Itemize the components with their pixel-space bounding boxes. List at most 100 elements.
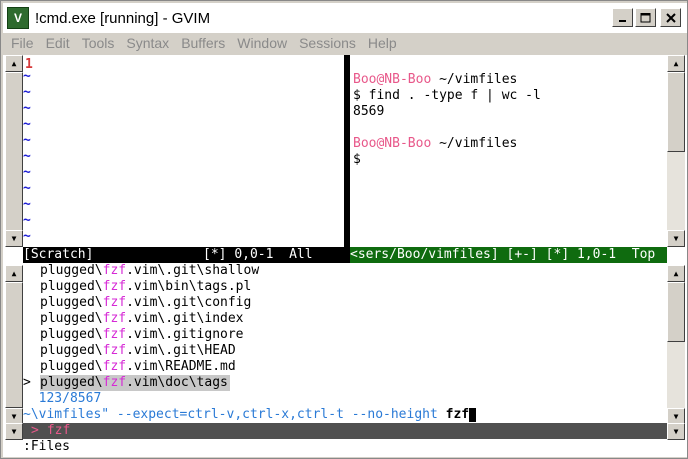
menu-window[interactable]: Window	[231, 35, 293, 51]
vertical-split-separator[interactable]	[344, 55, 350, 247]
empty-line-tilde: ~	[23, 133, 31, 148]
scroll-down-arrow-icon[interactable]: ▼	[667, 230, 685, 247]
left-scrollbar-top[interactable]: ▲ ▼	[5, 55, 23, 247]
close-icon	[665, 12, 676, 23]
editor-area[interactable]: ▲ ▼ ▲ ▼ ▲ ▼ ▲ ▼ 1 ~ ~ ~ ~ ~ ~ ~ ~ ~ ~ ~ …	[3, 55, 687, 457]
menu-syntax[interactable]: Syntax	[120, 35, 175, 51]
title-bar: V !cmd.exe [running] - GVIM	[3, 3, 687, 33]
right-scrollbar-top[interactable]: ▲ ▼	[667, 55, 685, 247]
fzf-command-args: ~\vimfiles" --expect=ctrl-v,ctrl-x,ctrl-…	[23, 407, 446, 422]
result-match: fzf	[102, 375, 127, 390]
empty-line-tilde: ~	[23, 85, 31, 100]
fzf-result-item[interactable]: plugged\fzf.vim\.git\index	[40, 311, 244, 327]
result-path: plugged\	[40, 375, 103, 390]
terminal-cursor-line: $	[353, 152, 361, 167]
result-path: .vim\.git\index	[126, 311, 244, 326]
maximize-icon	[640, 12, 651, 22]
result-path: .vim\.git\HEAD	[126, 343, 236, 358]
vim-command-line[interactable]: :Files	[23, 439, 70, 455]
status-line-terminal: <sers/Boo/vimfiles] [+-] [*] 1,0-1 Top	[350, 247, 667, 263]
minimize-icon	[618, 19, 626, 22]
fzf-prompt-bar[interactable]: > fzf	[23, 423, 685, 439]
result-match: fzf	[102, 327, 127, 342]
left-scrollbar-bottom[interactable]: ▲ ▼	[5, 265, 23, 425]
scroll-up-arrow-icon[interactable]: ▲	[667, 265, 685, 282]
menu-help[interactable]: Help	[362, 35, 403, 51]
result-path: plugged\	[40, 279, 103, 294]
text-cursor	[469, 407, 477, 422]
fzf-result-item[interactable]: plugged\fzf.vim\.gitignore	[40, 327, 244, 343]
empty-line-tilde: ~	[23, 165, 31, 180]
result-path: plugged\	[40, 311, 103, 326]
result-path: .vim\README.md	[126, 359, 236, 374]
close-button[interactable]	[660, 8, 681, 27]
scroll-thumb[interactable]	[5, 282, 23, 408]
scroll-down-arrow-icon[interactable]: ▼	[5, 423, 23, 440]
menu-bar: File Edit Tools Syntax Buffers Window Se…	[3, 33, 687, 53]
result-path: .vim\doc\tags	[126, 375, 228, 390]
scroll-thumb[interactable]	[5, 72, 23, 247]
fzf-result-item[interactable]: plugged\fzf.vim\.git\config	[40, 295, 251, 311]
empty-line-tilde: ~	[23, 213, 31, 228]
result-path: .vim\.gitignore	[126, 327, 244, 342]
result-path: .vim\bin\tags.pl	[126, 279, 252, 294]
menu-sessions[interactable]: Sessions	[293, 35, 362, 51]
scroll-up-arrow-icon[interactable]: ▲	[667, 55, 685, 72]
window-title: !cmd.exe [running] - GVIM	[35, 9, 211, 27]
terminal-prompt-2: Boo@NB-Boo ~/vimfiles	[353, 136, 517, 152]
fzf-result-item[interactable]: plugged\fzf.vim\.git\shallow	[40, 263, 259, 279]
empty-line-tilde: ~	[23, 101, 31, 116]
result-match: fzf	[102, 359, 127, 374]
menu-edit[interactable]: Edit	[40, 35, 76, 51]
selection-marker: >	[23, 375, 31, 390]
empty-line-tilde: ~	[23, 69, 31, 84]
menu-tools[interactable]: Tools	[76, 35, 121, 51]
fzf-result-item[interactable]: plugged\fzf.vim\.git\HEAD	[40, 343, 236, 359]
scroll-thumb[interactable]	[667, 282, 685, 342]
empty-line-tilde: ~	[23, 181, 31, 196]
result-path: plugged\	[40, 295, 103, 310]
fzf-match-count: 123/8567	[23, 391, 102, 406]
result-match: fzf	[102, 263, 127, 278]
fzf-command-line: ~\vimfiles" --expect=ctrl-v,ctrl-x,ctrl-…	[23, 407, 477, 423]
result-path: .vim\.git\config	[126, 295, 252, 310]
empty-line-tilde: ~	[23, 149, 31, 164]
terminal-command: $ find . -type f | wc -l	[353, 88, 541, 103]
result-match: fzf	[102, 311, 127, 326]
menu-buffers[interactable]: Buffers	[175, 35, 231, 51]
result-path: plugged\	[40, 263, 103, 278]
scroll-up-arrow-icon[interactable]: ▲	[5, 55, 23, 72]
fzf-result-item[interactable]: plugged\fzf.vim\README.md	[40, 359, 236, 375]
result-path: plugged\	[40, 327, 103, 342]
prompt-user: Boo@NB-Boo	[353, 136, 432, 151]
menu-file[interactable]: File	[3, 35, 40, 51]
prompt-dir: ~/vimfiles	[431, 72, 518, 87]
result-path: .vim\.git\shallow	[126, 263, 260, 278]
result-match: fzf	[102, 343, 127, 358]
right-scrollbar-bottom[interactable]: ▲ ▼	[667, 265, 685, 425]
gvim-app-icon[interactable]: V	[7, 7, 29, 29]
empty-line-tilde: ~	[23, 229, 31, 244]
fzf-command-query: fzf	[445, 407, 470, 422]
window-controls	[612, 8, 681, 27]
fzf-prompt-query: fzf	[46, 423, 71, 438]
scroll-down-arrow-icon[interactable]: ▼	[667, 423, 685, 440]
gvim-window: V !cmd.exe [running] - GVIM File Edit To…	[0, 0, 688, 459]
result-match: fzf	[102, 295, 127, 310]
status-line-scratch: [Scratch] [*] 0,0-1 All	[23, 247, 350, 263]
fzf-prompt-marker: >	[31, 423, 39, 438]
result-match: fzf	[102, 279, 127, 294]
scroll-thumb[interactable]	[667, 72, 685, 152]
scroll-up-arrow-icon[interactable]: ▲	[5, 265, 23, 282]
prompt-user: Boo@NB-Boo	[353, 72, 432, 87]
terminal-prompt-1: Boo@NB-Boo ~/vimfiles	[353, 72, 517, 88]
minimize-button[interactable]	[612, 8, 633, 27]
empty-line-tilde: ~	[23, 117, 31, 132]
fzf-result-item[interactable]: plugged\fzf.vim\bin\tags.pl	[40, 279, 251, 295]
fzf-result-selected[interactable]: plugged\fzf.vim\doc\tags	[40, 375, 230, 391]
empty-line-tilde: ~	[23, 197, 31, 212]
maximize-button[interactable]	[635, 8, 656, 27]
result-path: plugged\	[40, 359, 103, 374]
scroll-down-arrow-icon[interactable]: ▼	[5, 230, 23, 247]
result-path: plugged\	[40, 343, 103, 358]
